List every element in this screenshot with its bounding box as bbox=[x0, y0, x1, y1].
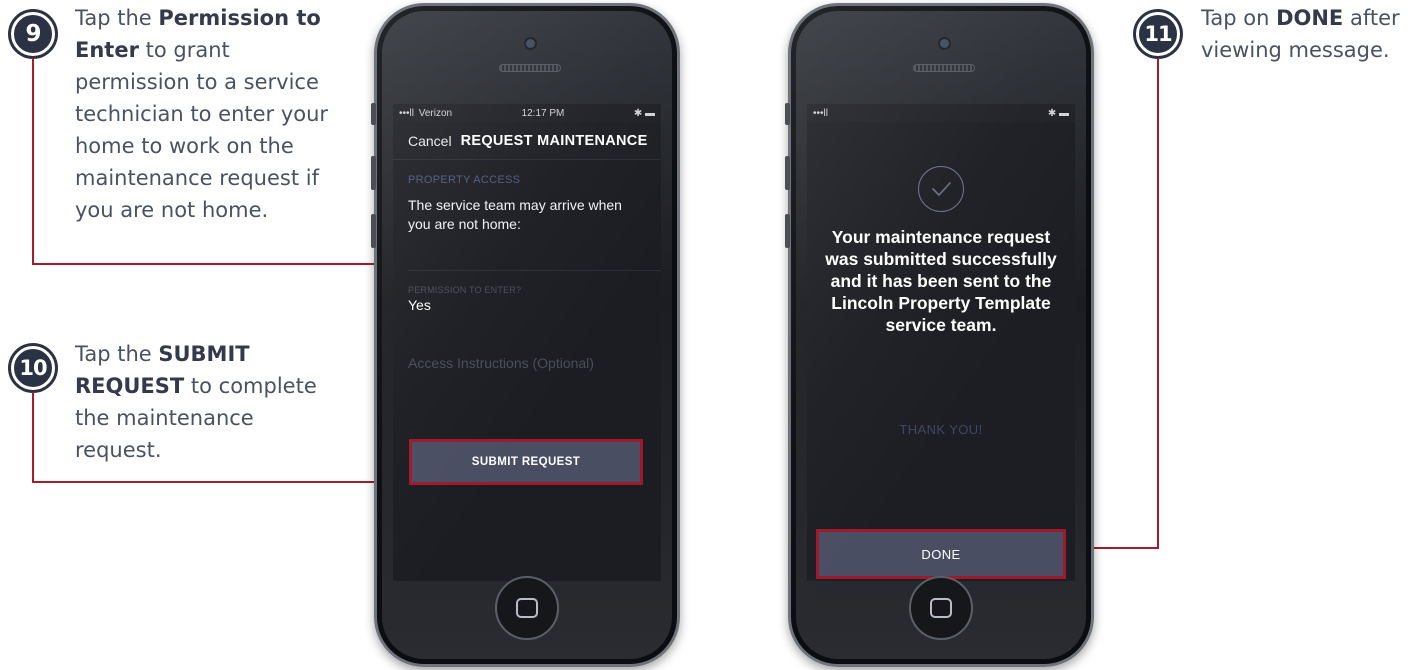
status-time: 12:17 PM bbox=[521, 107, 565, 119]
volume-up-button bbox=[785, 156, 790, 190]
mute-switch bbox=[371, 103, 376, 125]
step-10-connector-horizontal bbox=[32, 481, 410, 483]
page-title: REQUEST MAINTENANCE bbox=[460, 132, 648, 149]
phone-request-submitted: •••ll ✱ ▬ Your maintenance request was s… bbox=[785, 3, 1094, 667]
home-button[interactable] bbox=[909, 576, 973, 640]
access-description: The service team may arrive when you are… bbox=[408, 197, 622, 232]
step-9-number: 9 bbox=[25, 21, 41, 47]
permission-to-enter-field[interactable]: PERMISSION TO ENTER? Yes bbox=[393, 271, 661, 351]
nav-bar: Cancel REQUEST MAINTENANCE bbox=[393, 122, 661, 160]
home-square-icon bbox=[516, 598, 538, 618]
access-instructions-input[interactable]: Access Instructions (Optional) bbox=[393, 355, 661, 371]
step-11-number: 11 bbox=[1144, 22, 1172, 46]
step-9-connector-vertical bbox=[32, 58, 34, 265]
phone-request-maintenance: •••ll Verizon 12:17 PM ✱ ▬ Cancel REQUES… bbox=[371, 3, 680, 667]
front-camera bbox=[526, 39, 535, 48]
request-maintenance-screen: •••ll Verizon 12:17 PM ✱ ▬ Cancel REQUES… bbox=[393, 104, 661, 581]
permission-to-enter-value: Yes bbox=[408, 297, 431, 313]
volume-down-button bbox=[785, 214, 790, 248]
step-11-instruction: Tap on DONE after viewing message. bbox=[1201, 6, 1400, 62]
volume-down-button bbox=[371, 214, 376, 248]
status-bar: •••ll Verizon 12:17 PM ✱ ▬ bbox=[393, 104, 661, 122]
step-10-number: 10 bbox=[19, 356, 47, 380]
step-11-badge: 11 bbox=[1136, 12, 1180, 56]
step-10-connector-vertical bbox=[32, 392, 34, 483]
home-button[interactable] bbox=[495, 576, 559, 640]
step-9-connector-horizontal bbox=[32, 263, 420, 265]
carrier-signal: •••ll Verizon bbox=[399, 107, 453, 119]
battery-icon: ✱ ▬ bbox=[633, 107, 655, 119]
front-camera bbox=[940, 39, 949, 48]
battery-icon: ✱ ▬ bbox=[1047, 107, 1069, 119]
confirmation-screen: •••ll ✱ ▬ Your maintenance request was s… bbox=[807, 104, 1075, 581]
checkmark-circle-icon bbox=[918, 166, 964, 212]
step-11-connector-vertical bbox=[1157, 58, 1159, 549]
property-access-label: PROPERTY ACCESS bbox=[408, 174, 521, 186]
step-10-instruction: Tap the SUBMIT REQUEST to complete the m… bbox=[75, 342, 317, 462]
status-bar: •••ll ✱ ▬ bbox=[807, 104, 1075, 122]
thank-you-text: THANK YOU! bbox=[899, 422, 983, 437]
earpiece-speaker bbox=[499, 64, 561, 72]
step-9-badge: 9 bbox=[11, 12, 55, 56]
cancel-button[interactable]: Cancel bbox=[408, 133, 452, 149]
done-emphasis: DONE bbox=[1276, 6, 1344, 30]
confirmation-message: Your maintenance request was submitted s… bbox=[825, 227, 1057, 335]
signal-icon: •••ll bbox=[813, 107, 828, 119]
step-9-instruction: Tap the Permission to Enter to grant per… bbox=[75, 6, 329, 222]
permission-to-enter-label: PERMISSION TO ENTER? bbox=[408, 285, 522, 295]
submit-request-highlight bbox=[409, 439, 643, 485]
volume-up-button bbox=[371, 156, 376, 190]
done-highlight bbox=[816, 529, 1066, 579]
earpiece-speaker bbox=[913, 64, 975, 72]
home-square-icon bbox=[930, 598, 952, 618]
mute-switch bbox=[785, 103, 790, 125]
step-10-badge: 10 bbox=[11, 346, 55, 390]
